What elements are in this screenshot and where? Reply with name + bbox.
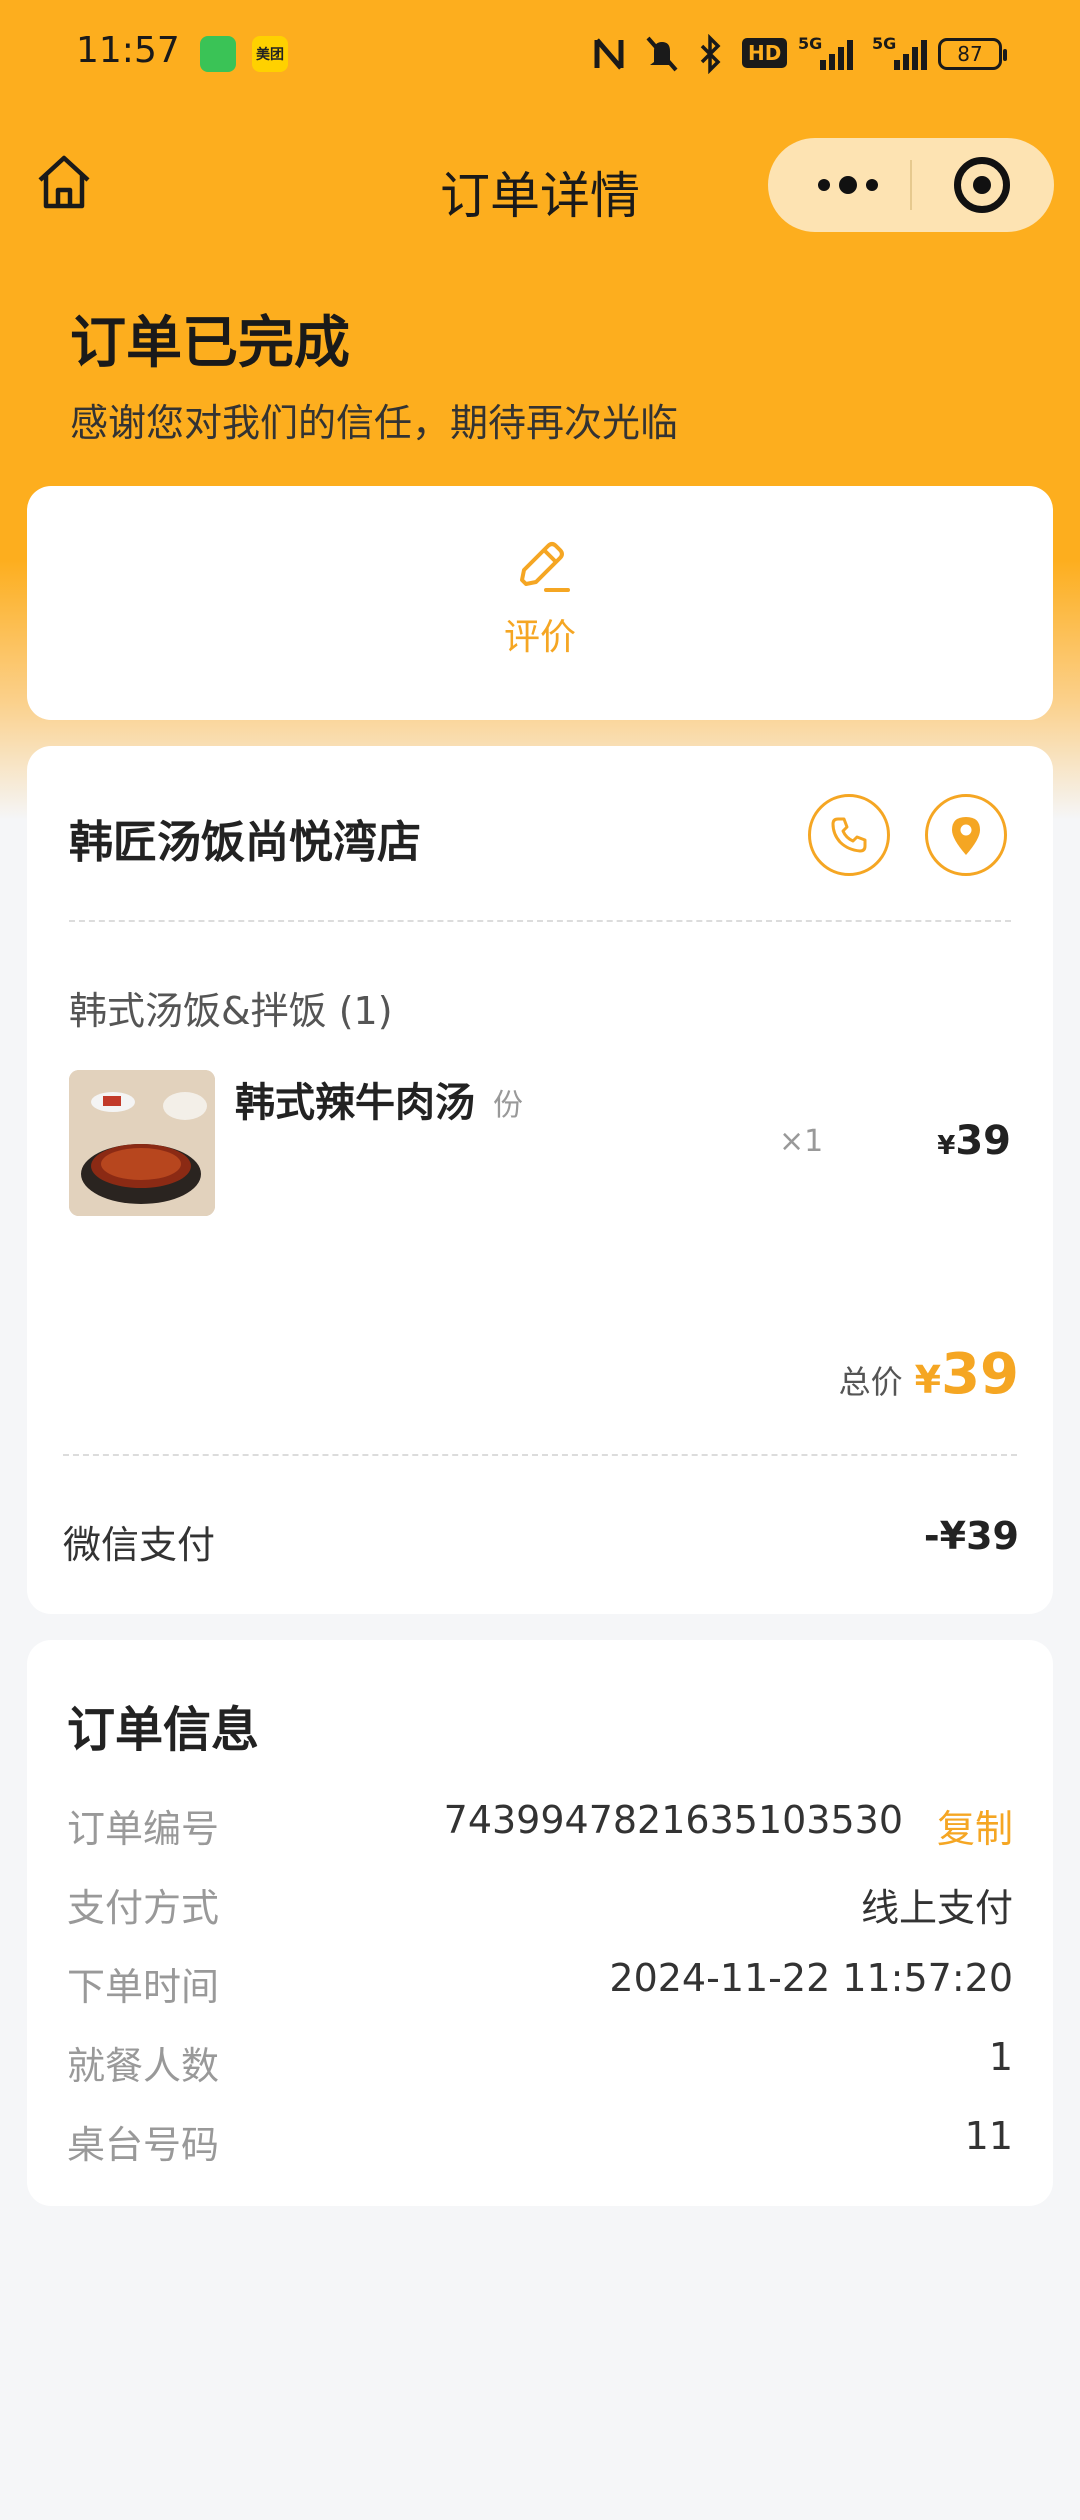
bluetooth-icon bbox=[700, 34, 721, 74]
capsule-divider bbox=[910, 160, 912, 210]
status-bar: 11:57 美团 HD 5G 5G 87 bbox=[0, 0, 1080, 110]
dish-thumbnail bbox=[69, 1070, 215, 1216]
battery-icon: 87 bbox=[938, 38, 1007, 70]
dish-quantity: ×1 bbox=[779, 1124, 824, 1159]
order-status-title: 订单已完成 bbox=[70, 311, 350, 376]
hd-icon: HD bbox=[742, 38, 788, 68]
copy-order-number-button[interactable]: 复制 bbox=[937, 1798, 1013, 1853]
total-price-row: 总价 ¥39 bbox=[839, 1342, 1019, 1407]
payment-amount: -¥39 bbox=[923, 1514, 1019, 1558]
order-info-title: 订单信息 bbox=[67, 1702, 260, 1758]
payment-type-value: 线上支付 bbox=[860, 1886, 1013, 1930]
diners-count-row: 就餐人数 1 bbox=[67, 2035, 1013, 2095]
order-time-value: 2024-11-22 11:57:20 bbox=[609, 1956, 1013, 2000]
dish-name: 韩式辣牛肉汤 bbox=[235, 1080, 475, 1126]
dish-price-currency: ¥ bbox=[937, 1131, 956, 1161]
table-number-label: 桌台号码 bbox=[67, 2123, 220, 2167]
signal-2-icon: 5G bbox=[872, 34, 932, 74]
table-number-value: 11 bbox=[964, 2114, 1013, 2158]
order-info-card: 订单信息 订单编号 7439947821635103530 复制 支付方式 线上… bbox=[27, 1640, 1053, 2206]
review-button[interactable]: 评价 bbox=[490, 536, 590, 666]
payment-type-label: 支付方式 bbox=[67, 1886, 220, 1930]
messages-app-icon bbox=[200, 36, 236, 72]
signal-1-icon: 5G bbox=[798, 34, 858, 74]
total-price-amount: 39 bbox=[941, 1342, 1019, 1407]
diners-count-value: 1 bbox=[988, 2035, 1013, 2079]
divider bbox=[63, 1454, 1017, 1456]
total-price-currency: ¥ bbox=[914, 1358, 942, 1402]
close-mini-program-icon[interactable] bbox=[954, 157, 1010, 213]
table-number-row: 桌台号码 11 bbox=[67, 2114, 1013, 2174]
mute-icon bbox=[646, 36, 678, 72]
payment-method-label: 微信支付 bbox=[63, 1523, 216, 1567]
dish-price-value: 39 bbox=[955, 1118, 1011, 1164]
more-dot-icon bbox=[839, 176, 857, 194]
meituan-app-icon: 美团 bbox=[252, 36, 288, 72]
order-time-row: 下单时间 2024-11-22 11:57:20 bbox=[67, 1956, 1013, 2016]
edit-pencil-icon bbox=[520, 542, 570, 592]
nfc-icon bbox=[594, 38, 624, 70]
category-title: 韩式汤饭&拌饭 (1) bbox=[69, 989, 393, 1033]
more-button[interactable] bbox=[808, 158, 888, 212]
total-price-label: 总价 bbox=[838, 1363, 903, 1401]
location-pin-icon bbox=[952, 817, 980, 855]
more-dot-icon bbox=[818, 179, 830, 191]
total-price-value: ¥39 bbox=[915, 1342, 1019, 1407]
store-name: 韩匠汤饭尚悦湾店 bbox=[69, 817, 421, 868]
divider bbox=[69, 920, 1011, 922]
review-label: 评价 bbox=[503, 617, 576, 658]
mini-program-capsule bbox=[768, 138, 1054, 232]
store-location-button[interactable] bbox=[925, 794, 1007, 876]
order-number-label: 订单编号 bbox=[67, 1807, 220, 1851]
review-card: 评价 bbox=[27, 486, 1053, 720]
order-status-subtitle: 感谢您对我们的信任，期待再次光临 bbox=[70, 401, 679, 445]
order-time-label: 下单时间 bbox=[67, 1965, 220, 2009]
call-store-button[interactable] bbox=[808, 794, 890, 876]
dish-unit: 份 bbox=[493, 1088, 523, 1123]
payment-type-row: 支付方式 线上支付 bbox=[67, 1877, 1013, 1937]
more-dot-icon bbox=[866, 179, 878, 191]
store-order-card: 韩匠汤饭尚悦湾店 韩式汤饭&拌饭 (1) 韩式辣牛肉汤 份 ×1 ¥39 总价 … bbox=[27, 746, 1053, 1614]
diners-count-label: 就餐人数 bbox=[67, 2044, 220, 2088]
order-number-value: 7439947821635103530 bbox=[443, 1798, 903, 1842]
navigation-bar: 订单详情 bbox=[0, 130, 1080, 240]
order-number-row: 订单编号 7439947821635103530 复制 bbox=[67, 1798, 1013, 1858]
status-time: 11:57 bbox=[76, 30, 180, 71]
phone-icon bbox=[831, 817, 867, 853]
dish-price: ¥39 bbox=[937, 1118, 1011, 1164]
